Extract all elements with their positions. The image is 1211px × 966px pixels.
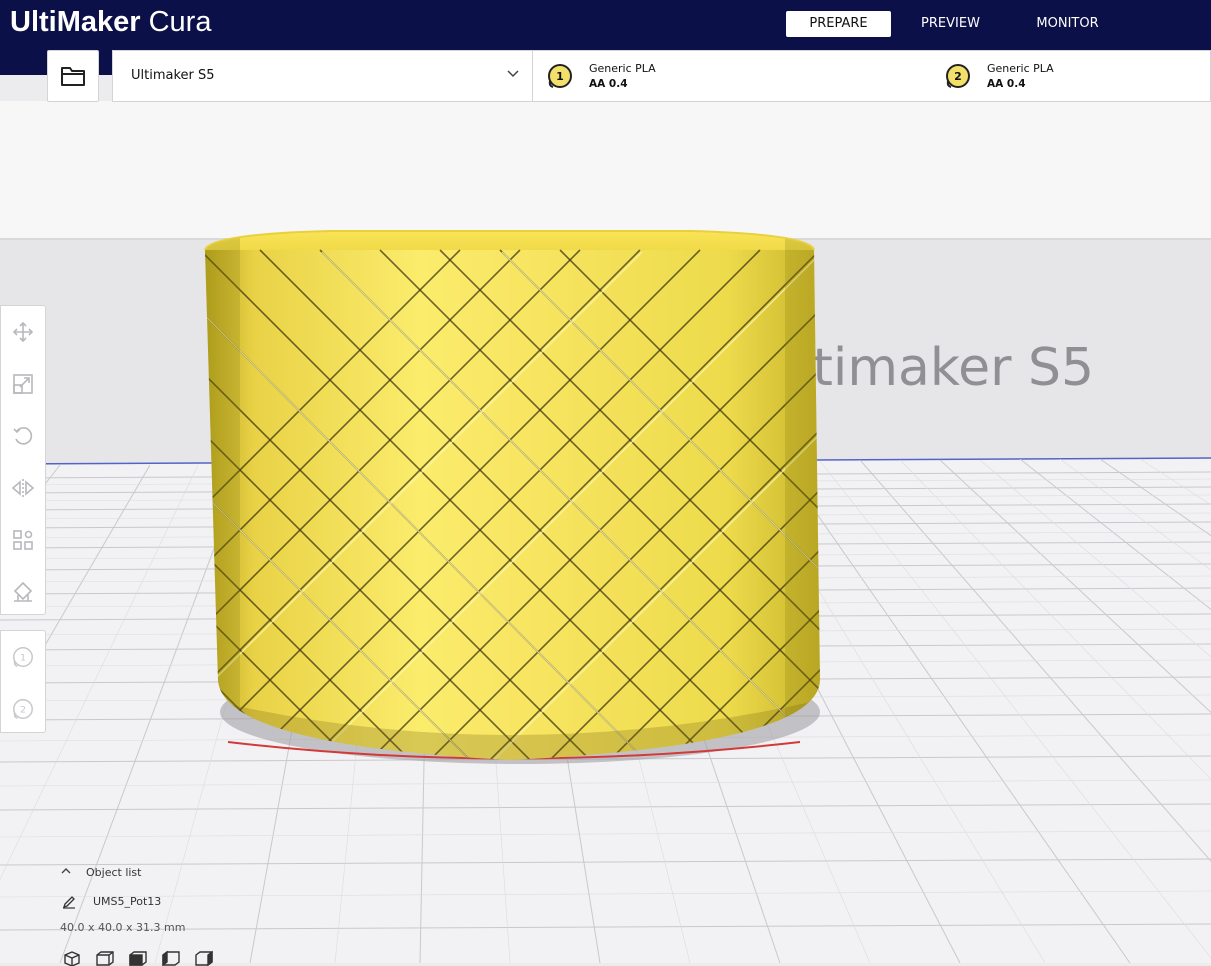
left-view-icon[interactable] xyxy=(162,950,180,966)
transform-toolbar xyxy=(0,305,46,615)
extruder-2-config[interactable]: 2 Generic PLA AA 0.4 xyxy=(945,51,1205,101)
extruder-1-config[interactable]: 1 Generic PLA AA 0.4 xyxy=(547,51,807,101)
support-blocker-button[interactable] xyxy=(10,579,36,605)
select-extruder-1-button[interactable]: 1 xyxy=(10,644,36,670)
object-dimensions: 40.0 x 40.0 x 31.3 mm xyxy=(60,921,186,934)
chevron-up-icon[interactable] xyxy=(60,867,72,875)
chevron-down-icon xyxy=(507,70,519,78)
front-view-icon[interactable] xyxy=(96,951,114,966)
mirror-tool-button[interactable] xyxy=(10,475,36,501)
rotate-icon xyxy=(13,427,33,445)
scene: Ultimaker S5 xyxy=(0,101,1211,963)
mirror-icon xyxy=(11,479,35,497)
move-tool-button[interactable] xyxy=(10,319,36,345)
extruder-1-material: Generic PLA xyxy=(589,62,656,75)
per-model-settings-icon xyxy=(13,530,33,550)
extruder-2-icon: 2 xyxy=(946,64,970,88)
top-view-icon[interactable] xyxy=(129,951,147,966)
extruder-2-nozzle: AA 0.4 xyxy=(987,78,1026,90)
support-blocker-icon xyxy=(13,581,33,602)
extruder-2-icon: 2 xyxy=(13,699,33,719)
extruder-2-material: Generic PLA xyxy=(987,62,1054,75)
3d-view-icon[interactable] xyxy=(64,951,80,966)
svg-text:1: 1 xyxy=(20,653,26,664)
per-model-settings-button[interactable] xyxy=(10,527,36,553)
open-file-button[interactable] xyxy=(47,50,99,102)
extruder-1-icon: 1 xyxy=(548,64,572,88)
move-icon xyxy=(12,321,34,343)
printer-selector[interactable]: Ultimaker S5 xyxy=(113,51,533,101)
printer-name: Ultimaker S5 xyxy=(131,68,215,83)
scale-icon xyxy=(13,374,33,394)
tab-prepare[interactable]: PREPARE xyxy=(786,11,891,37)
right-view-icon[interactable] xyxy=(195,950,213,966)
extruder-selector-toolbar: 1 2 xyxy=(0,630,46,733)
object-list-header[interactable]: Object list xyxy=(86,866,141,879)
tab-monitor[interactable]: MONITOR xyxy=(1015,11,1120,37)
app-logo: UltiMaker Cura xyxy=(10,6,212,38)
tab-preview[interactable]: PREVIEW xyxy=(898,11,1003,37)
svg-text:2: 2 xyxy=(954,70,962,83)
3d-viewport[interactable]: Ultimaker S5 xyxy=(0,101,1211,963)
folder-icon xyxy=(61,67,85,86)
scale-tool-button[interactable] xyxy=(10,371,36,397)
object-name: UMS5_Pot13 xyxy=(93,895,162,908)
background-top xyxy=(0,101,1211,239)
object-list-panel: Object list UMS5_Pot13 40.0 x 40.0 x 31.… xyxy=(56,860,316,966)
extruder-1-nozzle: AA 0.4 xyxy=(589,78,628,90)
printer-configuration-bar: Ultimaker S5 1 Generic PLA AA 0.4 2 Gene… xyxy=(112,50,1211,102)
camera-view-buttons xyxy=(64,950,213,966)
extruder-1-icon: 1 xyxy=(13,647,33,667)
select-extruder-2-button[interactable]: 2 xyxy=(10,696,36,722)
pencil-icon[interactable] xyxy=(62,895,76,909)
rotate-tool-button[interactable] xyxy=(10,423,36,449)
svg-text:2: 2 xyxy=(20,705,26,716)
svg-text:1: 1 xyxy=(556,70,564,83)
